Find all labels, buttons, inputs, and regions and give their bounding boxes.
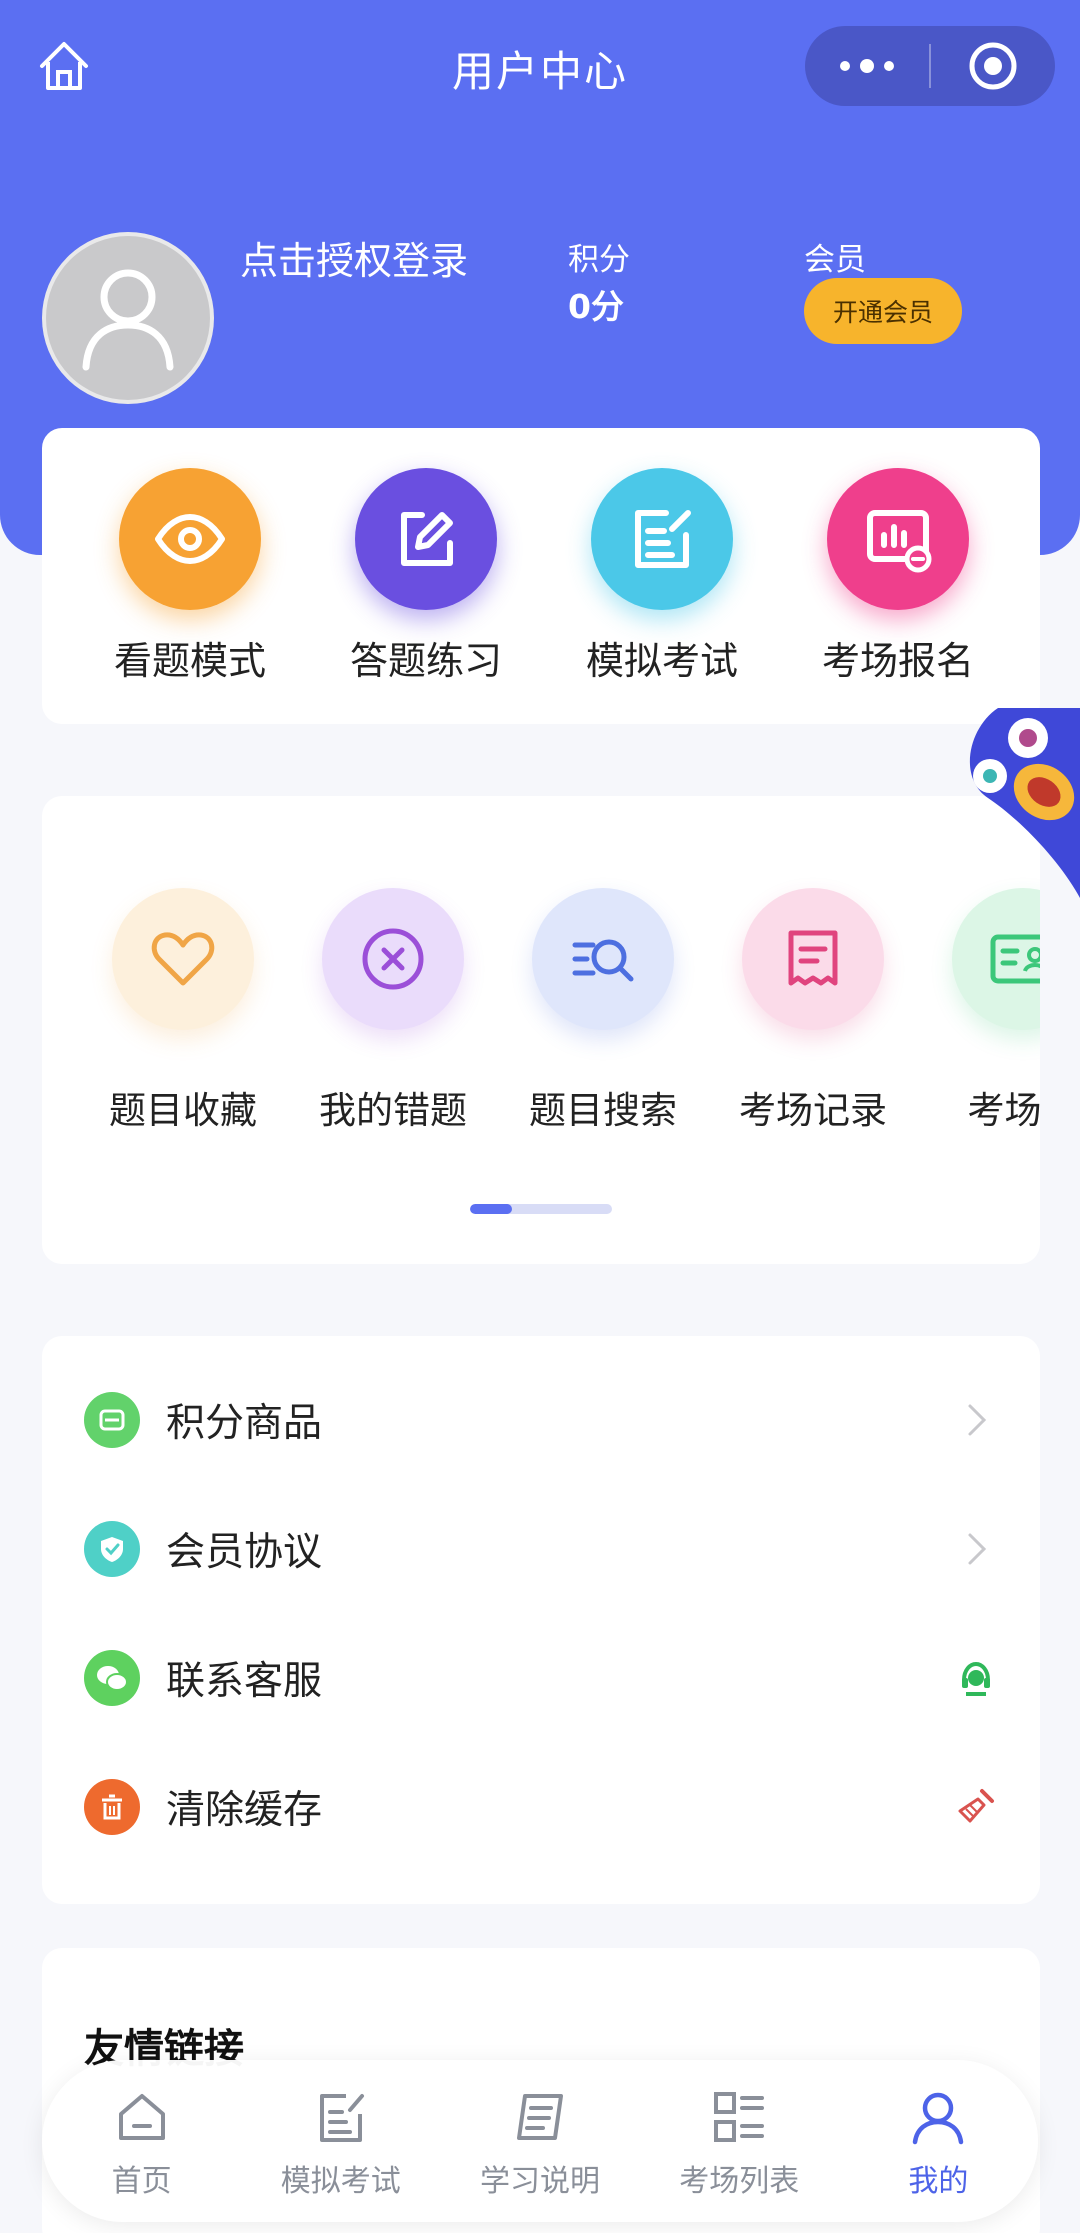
vip-label: 会员 bbox=[804, 242, 866, 278]
mini-program-capsule bbox=[805, 26, 1055, 106]
tool-label: 题目收藏 bbox=[109, 1089, 257, 1132]
exam-tab-icon bbox=[319, 2094, 364, 2142]
tab-study-notes[interactable]: 学习说明 bbox=[440, 2060, 639, 2222]
chevron-right-icon bbox=[952, 1396, 1000, 1444]
tool-label: 我的错题 bbox=[319, 1089, 467, 1132]
eye-icon bbox=[119, 468, 261, 610]
tab-label: 我的 bbox=[908, 2164, 969, 2199]
tab-mock-exam[interactable]: 模拟考试 bbox=[241, 2060, 440, 2222]
menu-label: 积分商品 bbox=[166, 1401, 323, 1446]
edit-icon bbox=[355, 468, 497, 610]
search-list-icon bbox=[532, 888, 674, 1030]
id-card-icon bbox=[952, 888, 1040, 1030]
tab-mine[interactable]: 我的 bbox=[839, 2060, 1038, 2222]
tab-label: 考场列表 bbox=[679, 2164, 800, 2199]
home-tab-icon bbox=[118, 2094, 165, 2140]
wechat-icon bbox=[84, 1650, 140, 1706]
tool-favorites[interactable]: 题目收藏 bbox=[78, 888, 288, 1134]
main-action-label: 考场报名 bbox=[821, 639, 974, 683]
tab-label: 模拟考试 bbox=[280, 2164, 401, 2199]
main-action-label: 答题练习 bbox=[349, 639, 502, 683]
scroll-indicator bbox=[470, 1204, 612, 1214]
bottom-tab-bar: 首页 模拟考试 学习说明 考场列表 我的 bbox=[42, 2060, 1038, 2222]
customer-service-icon bbox=[952, 1654, 1000, 1702]
main-action-mock-exam[interactable]: 模拟考试 bbox=[544, 468, 780, 685]
grid-list-tab-icon bbox=[714, 2092, 765, 2142]
open-vip-button[interactable]: 开通会员 bbox=[804, 278, 962, 344]
shield-check-icon bbox=[84, 1521, 140, 1577]
menu-vip-agreement[interactable]: 会员协议 bbox=[42, 1485, 1040, 1613]
scroll-indicator-fill bbox=[470, 1204, 512, 1214]
main-action-label: 模拟考试 bbox=[585, 639, 738, 683]
chevron-right-icon bbox=[952, 1525, 1000, 1573]
main-action-view-mode[interactable]: 看题模式 bbox=[72, 468, 308, 685]
settings-menu-card: 积分商品 会员协议 联系客服 清除缓存 bbox=[42, 1336, 1040, 1904]
tool-wrong-questions[interactable]: 我的错题 bbox=[288, 888, 498, 1134]
menu-label: 会员协议 bbox=[166, 1530, 323, 1575]
points-label: 积分 bbox=[568, 242, 630, 278]
menu-clear-cache[interactable]: 清除缓存 bbox=[42, 1743, 1040, 1871]
menu-points-mall[interactable]: 积分商品 bbox=[42, 1356, 1040, 1484]
notes-tab-icon bbox=[517, 2094, 563, 2140]
trash-icon bbox=[84, 1779, 140, 1835]
more-icon[interactable] bbox=[805, 26, 929, 106]
tool-exam-results[interactable]: 考场成 bbox=[918, 888, 1040, 1134]
tool-label: 考场记录 bbox=[739, 1089, 887, 1132]
tool-label: 考场成 bbox=[967, 1089, 1041, 1132]
menu-label: 联系客服 bbox=[166, 1659, 323, 1704]
main-action-registration[interactable]: 考场报名 bbox=[780, 468, 1016, 685]
user-tab-icon bbox=[913, 2092, 964, 2145]
main-action-label: 看题模式 bbox=[113, 639, 266, 683]
heart-icon bbox=[112, 888, 254, 1030]
chart-board-icon bbox=[827, 468, 969, 610]
tab-home[interactable]: 首页 bbox=[42, 2060, 241, 2222]
close-target-icon[interactable] bbox=[931, 26, 1055, 106]
coupon-icon bbox=[84, 1392, 140, 1448]
broom-icon bbox=[952, 1783, 1000, 1831]
menu-contact-service[interactable]: 联系客服 bbox=[42, 1614, 1040, 1742]
menu-label: 清除缓存 bbox=[166, 1788, 323, 1833]
tab-label: 学习说明 bbox=[480, 2164, 600, 2199]
floating-mascot-icon[interactable] bbox=[958, 708, 1080, 898]
close-circle-icon bbox=[322, 888, 464, 1030]
main-actions-card: 看题模式 答题练习 模拟考试 考场报名 bbox=[42, 428, 1040, 724]
avatar[interactable] bbox=[42, 232, 214, 404]
login-link[interactable]: 点击授权登录 bbox=[240, 230, 468, 285]
tool-exam-records[interactable]: 考场记录 bbox=[708, 888, 918, 1134]
points-value: 0分 bbox=[568, 287, 624, 326]
main-action-practice[interactable]: 答题练习 bbox=[308, 468, 544, 685]
receipt-icon bbox=[742, 888, 884, 1030]
tool-search[interactable]: 题目搜索 bbox=[498, 888, 708, 1134]
document-edit-icon bbox=[591, 468, 733, 610]
tool-label: 题目搜索 bbox=[529, 1089, 677, 1132]
user-icon bbox=[82, 269, 174, 371]
tab-label: 首页 bbox=[111, 2164, 172, 2199]
tab-exam-list[interactable]: 考场列表 bbox=[640, 2060, 839, 2222]
tools-carousel[interactable]: 题目收藏 我的错题 题目搜索 考场记录 考场 bbox=[42, 796, 1040, 1264]
